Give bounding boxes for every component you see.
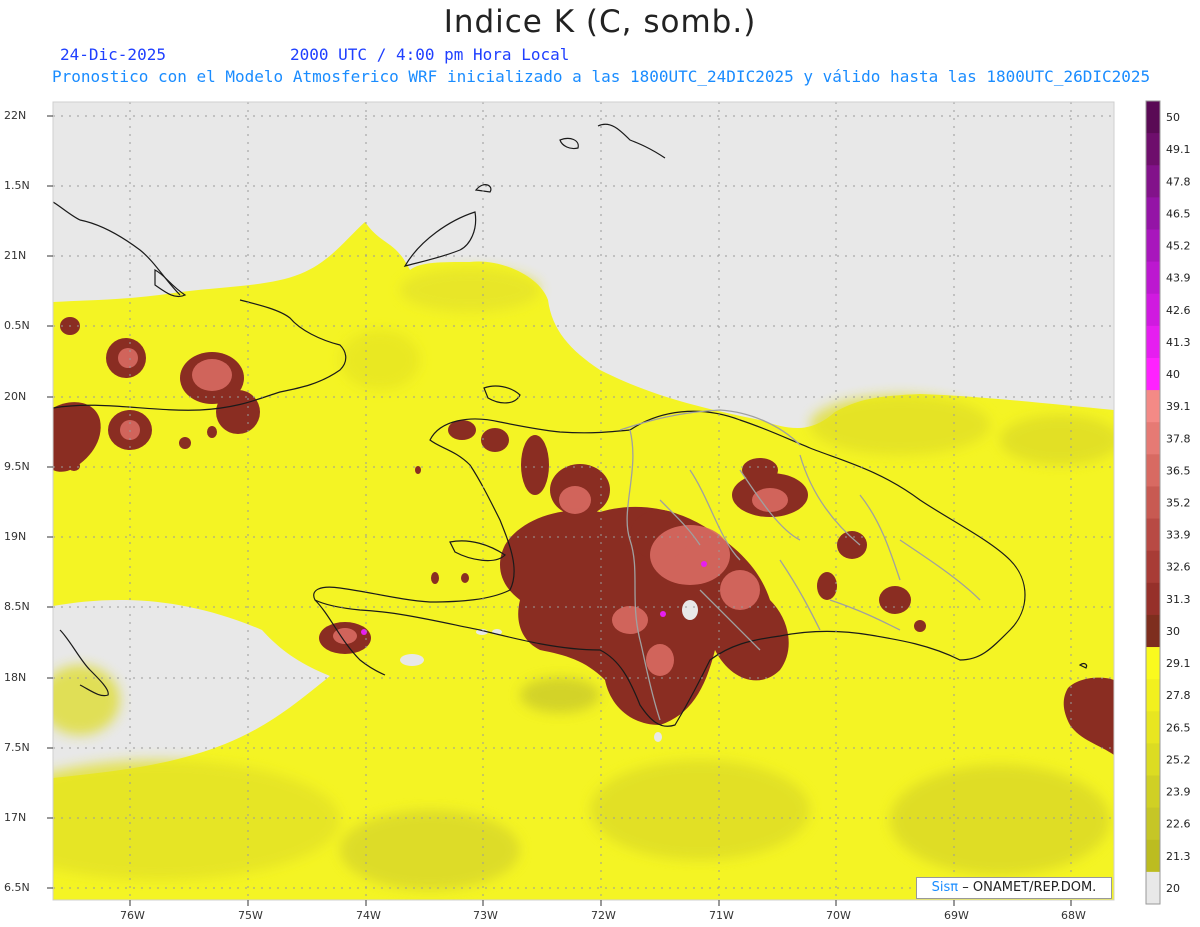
lat-label: 22N <box>4 109 27 122</box>
colorbar-swatch <box>1146 357 1160 391</box>
colorbar-swatch <box>1146 422 1160 455</box>
colorbar-label: 45.2 <box>1166 240 1191 253</box>
colorbar-swatch <box>1146 614 1160 648</box>
credit-brand: Sisπ <box>931 880 959 895</box>
colorbar-label: 50 <box>1166 111 1180 124</box>
colorbar-label: 43.9 <box>1166 272 1191 285</box>
colorbar-label: 25.2 <box>1166 753 1191 766</box>
colorbar-swatch <box>1146 197 1160 230</box>
colorbar-swatch <box>1146 229 1160 263</box>
colorbar-swatch <box>1146 261 1160 295</box>
colorbar-swatch <box>1146 839 1160 873</box>
colorbar-swatch <box>1146 679 1160 712</box>
colorbar-swatch <box>1146 582 1160 616</box>
lat-label: 1.5N <box>4 179 30 192</box>
lon-label: 75W <box>238 909 263 922</box>
lon-label: 71W <box>709 909 734 922</box>
lat-label: 8.5N <box>4 600 30 613</box>
colorbar-swatch <box>1146 518 1160 552</box>
colorbar-label: 47.8 <box>1166 175 1191 188</box>
lat-label: 18N <box>4 671 27 684</box>
lat-label: 0.5N <box>4 319 30 332</box>
colorbar-label: 21.3 <box>1166 850 1191 863</box>
colorbar-swatch <box>1146 807 1160 841</box>
colorbar-label: 35.2 <box>1166 497 1191 510</box>
lon-label: 76W <box>120 909 145 922</box>
lon-label: 73W <box>473 909 498 922</box>
lon-label: 72W <box>591 909 616 922</box>
map-field <box>53 102 1114 900</box>
colorbar-swatch <box>1146 743 1160 777</box>
lon-label: 70W <box>826 909 851 922</box>
colorbar-label: 22.6 <box>1166 818 1191 831</box>
colorbar-label: 42.6 <box>1166 304 1191 317</box>
lon-label: 74W <box>356 909 381 922</box>
colorbar-label: 26.5 <box>1166 721 1191 734</box>
lat-label: 19N <box>4 530 27 543</box>
colorbar-label: 36.5 <box>1166 464 1191 477</box>
colorbar-swatch <box>1146 486 1160 520</box>
colorbar-swatch <box>1146 133 1160 166</box>
credit-text: – ONAMET/REP.DOM. <box>962 880 1097 895</box>
colorbar-swatch <box>1146 325 1160 359</box>
credit-box: Sisπ – ONAMET/REP.DOM. <box>916 877 1112 899</box>
colorbar-label: 46.5 <box>1166 207 1191 220</box>
colorbar-label: 39.1 <box>1166 400 1191 413</box>
colorbar-swatch <box>1146 871 1160 905</box>
lat-label: 17N <box>4 811 27 824</box>
colorbar-label: 37.8 <box>1166 432 1191 445</box>
lon-label: 69W <box>944 909 969 922</box>
colorbar-swatch <box>1146 454 1160 487</box>
colorbar-swatch <box>1146 101 1160 134</box>
colorbar-label: 27.8 <box>1166 689 1191 702</box>
colorbar-label: 41.3 <box>1166 336 1191 349</box>
colorbar-swatch <box>1146 550 1160 584</box>
colorbar-label: 31.3 <box>1166 593 1191 606</box>
colorbar-swatch <box>1146 775 1160 809</box>
colorbar-label: 29.1 <box>1166 657 1191 670</box>
colorbar-swatch <box>1146 390 1160 423</box>
colorbar-label: 23.9 <box>1166 786 1191 799</box>
colorbar-label: 49.1 <box>1166 143 1191 156</box>
lon-label: 68W <box>1061 909 1086 922</box>
colorbar: 50 49.1 47.8 46.5 45.2 43.9 42.6 41.3 40 39.1 37.8… <box>1145 100 1191 905</box>
colorbar-label: 30 <box>1166 625 1180 638</box>
lat-label: 9.5N <box>4 460 30 473</box>
lat-label: 6.5N <box>4 881 30 894</box>
colorbar-label: 40 <box>1166 368 1180 381</box>
map-canvas: 50 49.1 47.8 46.5 45.2 43.9 42.6 41.3 40 39.1 37.8… <box>47 100 1191 906</box>
colorbar-swatch <box>1146 647 1160 680</box>
colorbar-label: 33.9 <box>1166 529 1191 542</box>
colorbar-swatch <box>1146 711 1160 744</box>
colorbar-swatch <box>1146 293 1160 327</box>
lat-label: 20N <box>4 390 27 403</box>
lat-label: 7.5N <box>4 741 30 754</box>
colorbar-label: 32.6 <box>1166 561 1191 574</box>
lat-label: 21N <box>4 249 27 262</box>
colorbar-swatch <box>1146 165 1160 198</box>
colorbar-label: 20 <box>1166 882 1180 895</box>
